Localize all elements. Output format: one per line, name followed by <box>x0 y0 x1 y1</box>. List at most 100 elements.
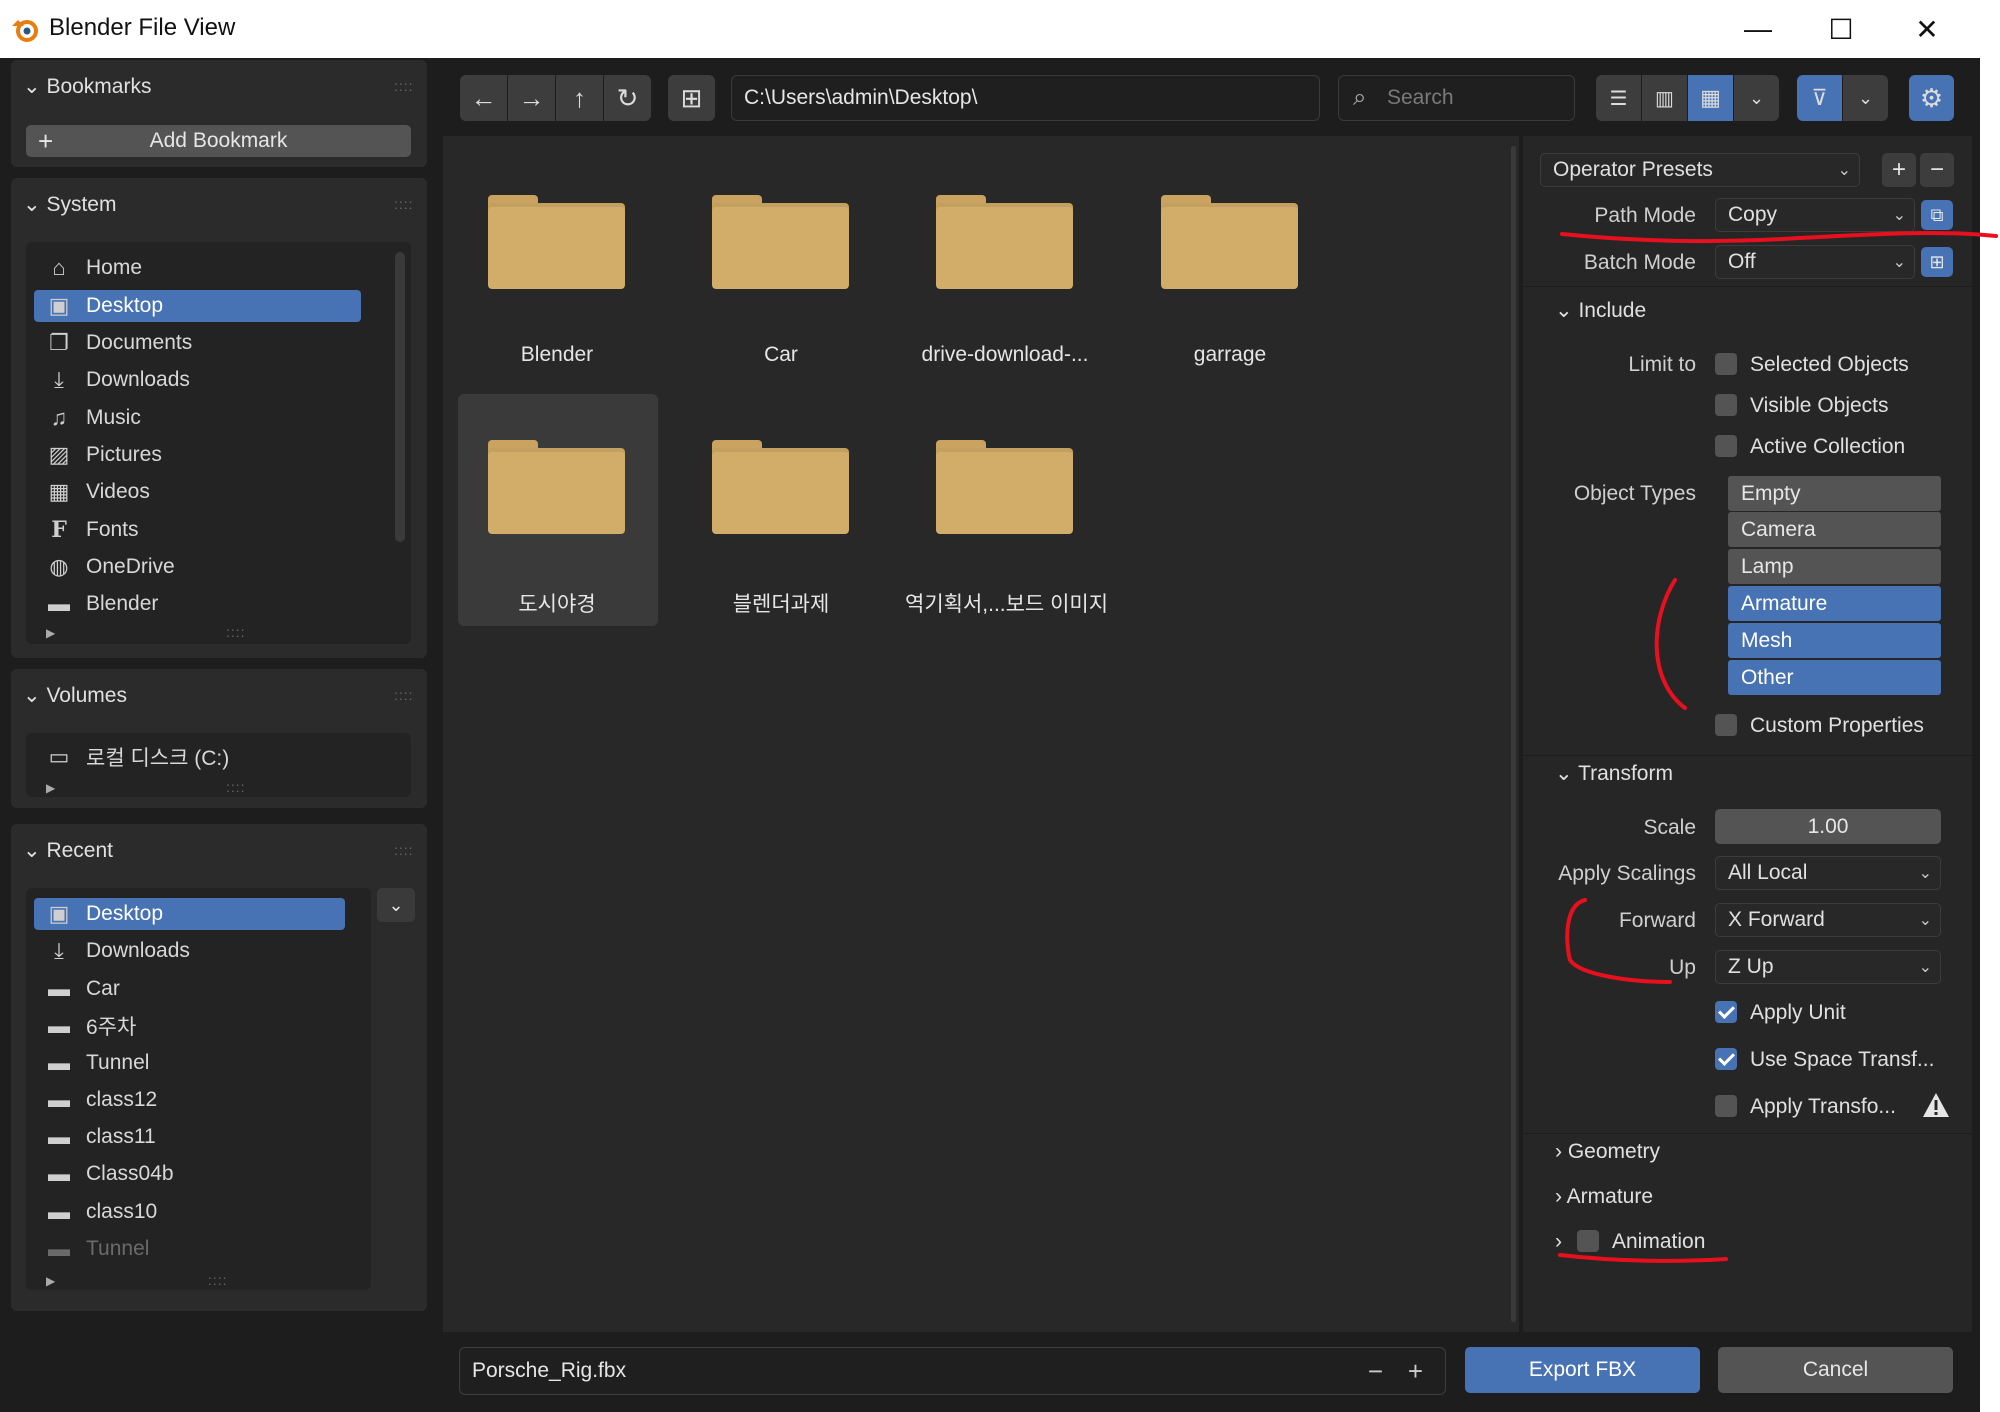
apply-transform-checkbox[interactable] <box>1715 1095 1737 1117</box>
back-button[interactable]: ← <box>460 75 507 121</box>
maximize-button[interactable]: ☐ <box>1811 8 1871 50</box>
folder-item[interactable]: garrage <box>1130 173 1330 393</box>
recent-header[interactable]: ⌄ Recent <box>23 838 113 863</box>
include-section-header[interactable]: ⌄ Include <box>1555 298 1646 323</box>
filter-settings-dropdown[interactable]: ⌄ <box>1843 75 1888 121</box>
thumbnail-view-button[interactable]: ▦ <box>1688 75 1733 121</box>
embed-textures-toggle[interactable]: ⧉ <box>1921 200 1953 230</box>
system-item-desktop[interactable]: ▣ Desktop <box>34 290 361 322</box>
transform-section-header[interactable]: ⌄ Transform <box>1555 761 1673 786</box>
recent-item-tunnel[interactable]: ▬ Tunnel <box>34 1047 361 1079</box>
system-item-blender[interactable]: ▬ Blender <box>34 588 361 620</box>
path-mode-dropdown[interactable]: Copy ⌄ <box>1715 198 1915 232</box>
folder-item-highlighted[interactable]: 도시야경 <box>457 418 657 638</box>
folder-item[interactable]: Car <box>681 173 881 393</box>
system-item-home[interactable]: ⌂ Home <box>34 252 361 284</box>
recent-item-class12[interactable]: ▬ class12 <box>34 1084 361 1116</box>
resize-grip-icon[interactable]: :::: <box>226 779 246 795</box>
filter-toggle-button[interactable]: ⊽ <box>1797 75 1842 121</box>
display-settings-dropdown[interactable]: ⌄ <box>1734 75 1779 121</box>
system-item-documents[interactable]: ❐ Documents <box>34 327 361 359</box>
path-field[interactable]: C:\Users\admin\Desktop\ <box>731 75 1320 121</box>
horizontal-list-view-button[interactable]: ▥ <box>1642 75 1687 121</box>
expand-arrow-icon[interactable]: ▶ <box>46 626 55 640</box>
filename-field[interactable]: Porsche_Rig.fbx − + <box>459 1347 1446 1395</box>
object-type-other[interactable]: Other <box>1728 660 1941 695</box>
geometry-section-header[interactable]: › Geometry <box>1555 1140 1660 1164</box>
recent-item-class04b[interactable]: ▬ Class04b <box>34 1158 361 1190</box>
apply-scalings-dropdown[interactable]: All Local ⌄ <box>1715 856 1941 890</box>
apply-unit-checkbox[interactable] <box>1715 1001 1737 1023</box>
recent-item-desktop[interactable]: ▣ Desktop <box>34 898 345 930</box>
recent-item-downloads[interactable]: ⤓ Downloads <box>34 935 361 967</box>
forward-button[interactable]: → <box>508 75 555 121</box>
volumes-header[interactable]: ⌄ Volumes <box>23 683 127 708</box>
resize-grip-icon[interactable]: :::: <box>208 1272 228 1288</box>
resize-grip-icon[interactable]: :::: <box>226 624 246 640</box>
object-type-camera[interactable]: Camera <box>1728 512 1941 547</box>
close-button[interactable]: ✕ <box>1897 8 1957 50</box>
drag-grip-icon[interactable]: :::: <box>394 842 414 858</box>
selected-objects-checkbox[interactable] <box>1715 353 1737 375</box>
animation-section-header[interactable]: › <box>1555 1230 1562 1254</box>
batch-own-dir-toggle[interactable]: ⊞ <box>1921 247 1953 277</box>
folder-item[interactable]: drive-download-... <box>905 173 1105 393</box>
file-grid-scrollbar[interactable] <box>1511 146 1516 1322</box>
folder-item[interactable]: 역기획서,...보드 이미지 <box>905 418 1108 638</box>
volume-item-c[interactable]: ▭ 로컬 디스크 (C:) <box>34 741 361 773</box>
use-space-transform-checkbox[interactable] <box>1715 1048 1737 1070</box>
armature-section-header[interactable]: › Armature <box>1555 1185 1653 1209</box>
recent-header-label: Recent <box>46 839 113 862</box>
system-item-pictures[interactable]: ▨ Pictures <box>34 439 361 471</box>
scrollbar[interactable] <box>395 252 405 542</box>
object-type-armature[interactable]: Armature <box>1728 586 1941 621</box>
active-collection-checkbox[interactable] <box>1715 435 1737 457</box>
forward-axis-dropdown[interactable]: X Forward ⌄ <box>1715 903 1941 937</box>
scale-field[interactable]: 1.00 <box>1715 809 1941 844</box>
folder-item[interactable]: 블렌더과제 <box>681 418 881 638</box>
custom-properties-checkbox[interactable] <box>1715 714 1737 736</box>
recent-menu-button[interactable]: ⌄ <box>377 888 415 922</box>
settings-toggle-button[interactable]: ⚙ <box>1909 75 1954 121</box>
decrement-filename-button[interactable]: − <box>1368 1356 1383 1387</box>
system-header[interactable]: ⌄ System <box>23 192 116 217</box>
refresh-button[interactable]: ↻ <box>604 75 651 121</box>
system-item-videos[interactable]: ▦ Videos <box>34 476 361 508</box>
recent-item-class11[interactable]: ▬ class11 <box>34 1121 361 1153</box>
recent-item-tunnel-2[interactable]: ▬ Tunnel <box>34 1233 361 1265</box>
system-item-music[interactable]: ♫ Music <box>34 402 361 434</box>
object-type-empty[interactable]: Empty <box>1728 476 1941 511</box>
minimize-button[interactable]: — <box>1728 8 1788 50</box>
new-directory-button[interactable]: ⊞ <box>668 75 715 121</box>
increment-filename-button[interactable]: + <box>1408 1356 1423 1387</box>
object-type-lamp[interactable]: Lamp <box>1728 549 1941 584</box>
export-fbx-button[interactable]: Export FBX <box>1465 1347 1700 1393</box>
drag-grip-icon[interactable]: :::: <box>394 196 414 212</box>
operator-presets-dropdown[interactable]: Operator Presets ⌄ <box>1540 153 1860 187</box>
parent-directory-button[interactable]: ↑ <box>556 75 603 121</box>
bookmarks-header[interactable]: ⌄ Bookmarks <box>23 74 151 99</box>
add-preset-button[interactable]: + <box>1882 153 1916 187</box>
vertical-list-view-button[interactable]: ☰ <box>1596 75 1641 121</box>
recent-item-car[interactable]: ▬ Car <box>34 973 361 1005</box>
folder-item[interactable]: Blender <box>457 173 657 393</box>
expand-arrow-icon[interactable]: ▶ <box>46 1274 55 1288</box>
item-label: 6주차 <box>86 1016 137 1039</box>
system-item-onedrive[interactable]: ◍ OneDrive <box>34 551 361 583</box>
expand-arrow-icon[interactable]: ▶ <box>46 781 55 795</box>
search-input[interactable]: ⌕ Search <box>1338 75 1575 121</box>
drag-grip-icon[interactable]: :::: <box>394 687 414 703</box>
add-bookmark-button[interactable]: + Add Bookmark <box>26 125 411 157</box>
recent-item-class10[interactable]: ▬ class10 <box>34 1196 361 1228</box>
cancel-button[interactable]: Cancel <box>1718 1347 1953 1393</box>
object-type-mesh[interactable]: Mesh <box>1728 623 1941 658</box>
system-item-downloads[interactable]: ⤓ Downloads <box>34 364 361 396</box>
up-axis-dropdown[interactable]: Z Up ⌄ <box>1715 950 1941 984</box>
batch-mode-dropdown[interactable]: Off ⌄ <box>1715 245 1915 279</box>
recent-item-6juchae[interactable]: ▬ 6주차 <box>34 1010 361 1042</box>
drag-grip-icon[interactable]: :::: <box>394 78 414 94</box>
remove-preset-button[interactable]: − <box>1920 153 1954 187</box>
animation-checkbox[interactable] <box>1577 1230 1599 1252</box>
visible-objects-checkbox[interactable] <box>1715 394 1737 416</box>
system-item-fonts[interactable]: F Fonts <box>34 514 361 546</box>
